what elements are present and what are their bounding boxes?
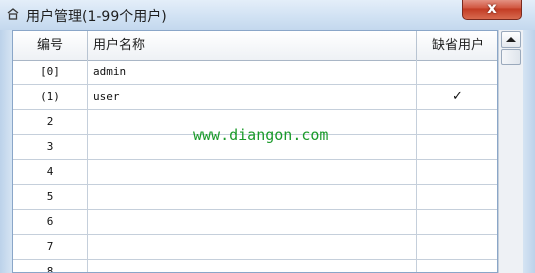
column-header-default-user[interactable]: 缺省用户 (417, 31, 497, 60)
scroll-thumb[interactable] (501, 49, 521, 65)
cell-number: 4 (13, 160, 88, 184)
user-table: 编号 用户名称 缺省用户 [0] admin (1) user ✓ 2 3 4 … (12, 30, 498, 273)
close-button[interactable]: x (462, 0, 522, 20)
cell-username[interactable] (88, 160, 417, 184)
arrow-up-icon (506, 37, 516, 42)
cell-number: (1) (13, 85, 88, 109)
cell-default[interactable] (417, 160, 497, 184)
table-row[interactable]: [0] admin (13, 60, 497, 85)
cell-username[interactable] (88, 185, 417, 209)
watermark-text: www.diangon.com (193, 126, 329, 144)
cell-default[interactable] (417, 185, 497, 209)
scroll-up-button[interactable] (501, 31, 521, 48)
cell-default[interactable] (417, 135, 497, 159)
title-bar: 用户管理(1-99个用户) x (0, 0, 535, 30)
cell-username[interactable] (88, 235, 417, 259)
cell-number: 2 (13, 110, 88, 134)
cell-username[interactable]: admin (88, 60, 417, 84)
table-row[interactable]: (1) user ✓ (13, 85, 497, 110)
cell-default[interactable] (417, 60, 497, 84)
table-row[interactable]: 6 (13, 210, 497, 235)
table-row[interactable]: 4 (13, 160, 497, 185)
cell-default[interactable] (417, 210, 497, 234)
table-row[interactable]: 8 (13, 260, 497, 272)
cell-number: 8 (13, 260, 88, 272)
vertical-scrollbar[interactable] (498, 30, 523, 273)
cell-number: 3 (13, 135, 88, 159)
cell-username[interactable]: user (88, 85, 417, 109)
column-header-number[interactable]: 编号 (13, 31, 88, 60)
window-icon (7, 8, 19, 20)
cell-number: [0] (13, 60, 88, 84)
cell-default[interactable] (417, 110, 497, 134)
column-header-username[interactable]: 用户名称 (88, 31, 417, 60)
table-row[interactable]: 5 (13, 185, 497, 210)
window-frame-right (523, 30, 535, 273)
cell-number: 5 (13, 185, 88, 209)
cell-username[interactable] (88, 210, 417, 234)
cell-default[interactable] (417, 260, 497, 272)
close-icon: x (487, 0, 497, 17)
checkmark-icon[interactable]: ✓ (417, 85, 497, 109)
table-row[interactable]: 7 (13, 235, 497, 260)
cell-number: 6 (13, 210, 88, 234)
cell-username[interactable] (88, 260, 417, 272)
table-header: 编号 用户名称 缺省用户 (13, 31, 497, 61)
window-frame-left (0, 30, 12, 273)
cell-number: 7 (13, 235, 88, 259)
window-title: 用户管理(1-99个用户) (26, 9, 167, 25)
cell-default[interactable] (417, 235, 497, 259)
